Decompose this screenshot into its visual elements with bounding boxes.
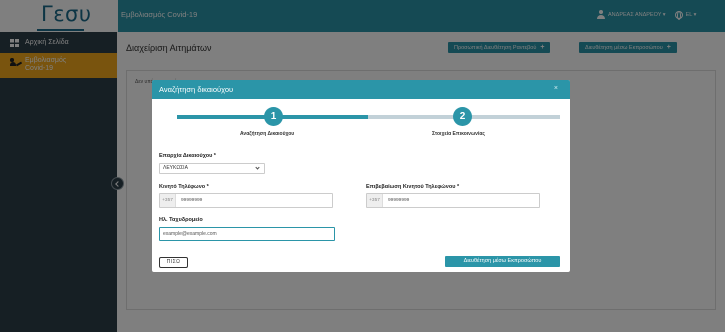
step-1-label: Αναζήτηση Δικαιούχου xyxy=(240,131,295,137)
province-select[interactable]: ΛΕΥΚΩΣΙΑ xyxy=(159,163,265,174)
mobile-confirm-label: Επιβεβαίωση Κινητού Τηλεφώνου * xyxy=(366,184,460,190)
province-label: Επαρχία Δικαιούχου * xyxy=(159,153,216,159)
mobile-input[interactable]: 99999999 xyxy=(181,194,202,207)
email-field[interactable]: example@example.com xyxy=(159,227,335,241)
mobile-confirm-input[interactable]: 99999999 xyxy=(388,194,409,207)
mobile-label: Κινητό Τηλέφωνο * xyxy=(159,184,209,190)
search-beneficiary-modal: Αναζήτηση δικαιούχου × 1 2 Αναζήτηση Δικ… xyxy=(152,80,570,272)
step-2-label: Στοιχεία Επικοινωνίας xyxy=(432,131,486,137)
back-button[interactable]: ΠΙΣΩ xyxy=(159,257,188,268)
modal-header: Αναζήτηση δικαιούχου × xyxy=(152,80,570,99)
step-2-indicator: 2 xyxy=(453,107,472,126)
country-code: +357 xyxy=(160,194,176,207)
country-code: +357 xyxy=(367,194,383,207)
close-icon[interactable]: × xyxy=(554,85,558,92)
chevron-down-icon xyxy=(255,164,260,170)
mobile-confirm-field[interactable]: +357 99999999 xyxy=(366,193,540,208)
step-1-indicator: 1 xyxy=(264,107,283,126)
email-label: Ηλ. Ταχυδρομείο xyxy=(159,217,203,223)
mobile-field[interactable]: +357 99999999 xyxy=(159,193,333,208)
representative-submit-button[interactable]: Διευθέτηση μέσω Εκπροσώπου xyxy=(445,256,560,267)
modal-title: Αναζήτηση δικαιούχου xyxy=(159,85,234,94)
